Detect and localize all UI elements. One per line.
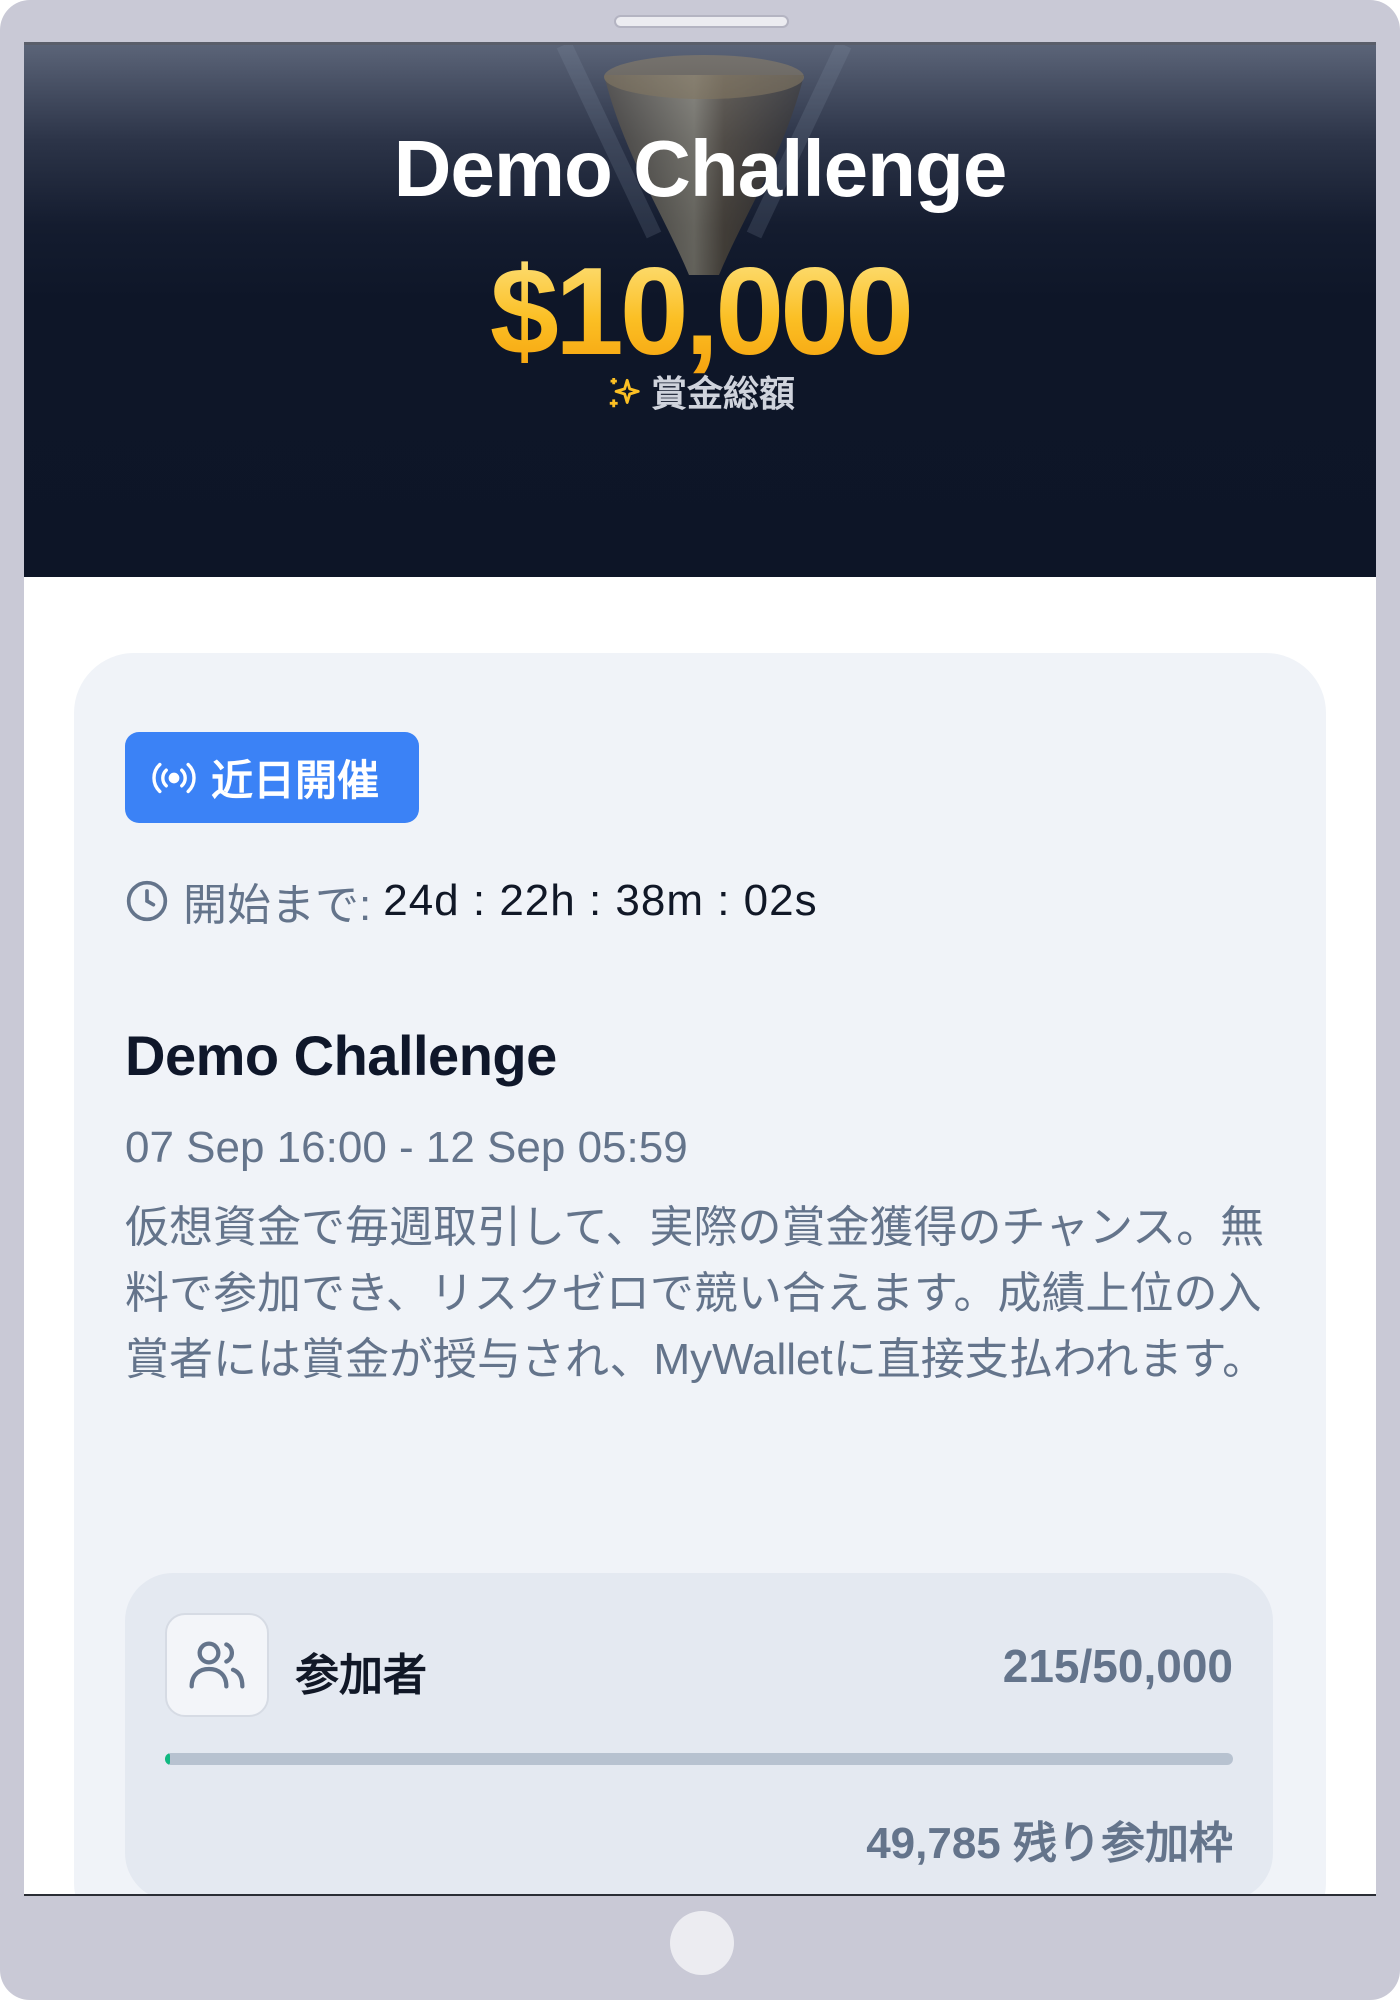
- prize-label-row: 賞金総額: [24, 365, 1376, 417]
- status-badge-label: 近日開催: [211, 757, 380, 804]
- participants-progress-bar: [165, 1753, 1233, 1765]
- challenge-card[interactable]: 近日開催 開始まで: 24d : 22h : 38m : 02s Demo Ch…: [74, 653, 1326, 1894]
- participants-count: 215/50,000: [1002, 1640, 1233, 1692]
- screen: Demo Challenge $10,000 賞金総額 近日開催 開始まで: 2…: [24, 42, 1376, 1896]
- participants-progress-fill: [165, 1753, 170, 1765]
- participants-label: 参加者: [295, 1651, 427, 1700]
- sparkle-icon: [609, 377, 640, 408]
- broadcast-icon: [152, 762, 196, 793]
- participants-panel: 参加者 215/50,000 49,785 残り参加枠: [125, 1573, 1273, 1894]
- participants-remaining: 49,785 残り参加枠: [866, 1819, 1233, 1868]
- participants-icon-box: [165, 1613, 269, 1717]
- hero-title: Demo Challenge: [393, 124, 1008, 213]
- tablet-speaker: [614, 15, 789, 28]
- clock-icon: [126, 880, 168, 922]
- users-icon: [189, 1641, 245, 1689]
- countdown-label: 開始まで:: [183, 881, 372, 930]
- prize-label: 賞金総額: [650, 373, 795, 414]
- challenge-dates: 07 Sep 16:00 - 12 Sep 05:59: [125, 1123, 688, 1172]
- status-badge: 近日開催: [125, 732, 419, 823]
- countdown: 開始まで: 24d : 22h : 38m : 02s: [125, 871, 818, 931]
- hero-banner: Demo Challenge $10,000 賞金総額: [24, 45, 1376, 577]
- challenge-title: Demo Challenge: [125, 1024, 557, 1087]
- countdown-time: 24d : 22h : 38m : 02s: [383, 876, 818, 925]
- challenge-description: 仮想資金で毎週取引して、実際の賞金獲得のチャンス。無料で参加でき、リスクゼロで競…: [125, 1203, 1267, 1384]
- tablet-frame: Demo Challenge $10,000 賞金総額 近日開催 開始まで: 2…: [0, 0, 1400, 2000]
- home-button[interactable]: [670, 1911, 734, 1975]
- prize-amount: $10,000: [24, 241, 1376, 383]
